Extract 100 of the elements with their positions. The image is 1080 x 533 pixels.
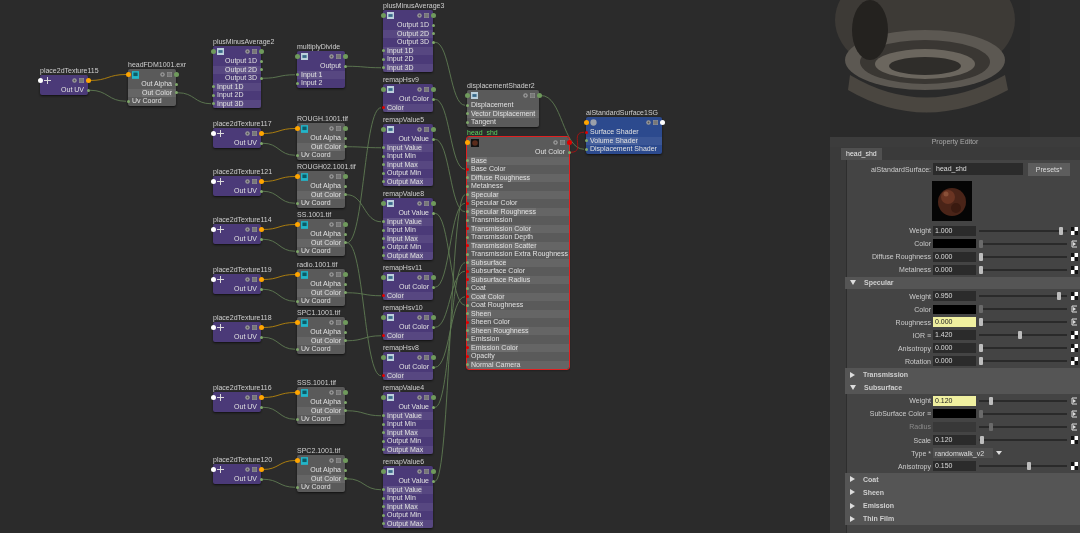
port-dot-icon[interactable]	[125, 72, 131, 77]
port-dot-icon[interactable]	[465, 346, 469, 350]
port-dot-icon[interactable]	[430, 13, 436, 18]
slider[interactable]	[979, 239, 1067, 248]
toggle-icon[interactable]	[252, 227, 257, 232]
port-dot-icon[interactable]	[343, 145, 347, 149]
color-swatch[interactable]	[933, 239, 976, 249]
port-dot-icon[interactable]	[211, 102, 215, 106]
slider-thumb[interactable]	[1026, 462, 1031, 471]
port-dot-icon[interactable]	[584, 139, 588, 143]
checker-icon[interactable]	[1071, 436, 1078, 445]
port-dot-icon[interactable]	[294, 390, 300, 395]
toggle-icon[interactable]	[424, 87, 429, 92]
checker-icon[interactable]	[1071, 265, 1078, 274]
toggle-icon[interactable]	[530, 93, 535, 98]
port-dot-icon[interactable]	[295, 299, 299, 303]
gear-icon[interactable]	[417, 469, 422, 474]
port-dot-icon[interactable]	[381, 171, 385, 175]
port-dot-icon[interactable]	[259, 189, 263, 193]
toggle-icon[interactable]	[252, 395, 257, 400]
port-dot-icon[interactable]	[294, 54, 300, 59]
port-dot-icon[interactable]	[584, 147, 588, 151]
port-dot-icon[interactable]	[210, 49, 216, 54]
toggle-icon[interactable]	[252, 325, 257, 330]
port-dot-icon[interactable]	[259, 141, 263, 145]
port-dot-icon[interactable]	[659, 120, 665, 125]
toggle-icon[interactable]	[336, 54, 341, 59]
port-dot-icon[interactable]	[465, 210, 469, 214]
slider[interactable]	[979, 344, 1067, 353]
color-swatch[interactable]	[933, 409, 976, 419]
port-dot-icon[interactable]	[380, 355, 386, 360]
port-dot-icon[interactable]	[381, 228, 385, 232]
toggle-icon[interactable]	[252, 179, 257, 184]
port-dot-icon[interactable]	[295, 153, 299, 157]
port-dot-icon[interactable]	[536, 93, 542, 98]
connection-icon[interactable]	[1071, 409, 1078, 418]
port-dot-icon[interactable]	[211, 85, 215, 89]
gear-icon[interactable]	[417, 13, 422, 18]
checker-icon[interactable]	[1071, 331, 1078, 340]
port-dot-icon[interactable]	[343, 409, 347, 413]
port-dot-icon[interactable]	[295, 201, 299, 205]
port-dot-icon[interactable]	[465, 295, 469, 299]
connection-icon[interactable]	[1071, 318, 1078, 327]
port-dot-icon[interactable]	[343, 184, 347, 188]
port-dot-icon[interactable]	[430, 395, 436, 400]
gear-icon[interactable]	[245, 277, 250, 282]
port-dot-icon[interactable]	[258, 131, 264, 136]
port-dot-icon[interactable]	[381, 57, 385, 61]
port-dot-icon[interactable]	[465, 120, 469, 124]
port-dot-icon[interactable]	[381, 146, 385, 150]
port-dot-icon[interactable]	[258, 277, 264, 282]
connection-icon[interactable]	[1071, 422, 1078, 431]
toggle-icon[interactable]	[424, 201, 429, 206]
port-dot-icon[interactable]	[343, 339, 347, 343]
gear-icon[interactable]	[417, 275, 422, 280]
port-dot-icon[interactable]	[210, 227, 216, 232]
port-dot-icon[interactable]	[465, 363, 469, 367]
toggle-icon[interactable]	[336, 174, 341, 179]
checker-icon[interactable]	[1071, 344, 1078, 353]
port-dot-icon[interactable]	[380, 201, 386, 206]
toggle-icon[interactable]	[252, 49, 257, 54]
port-dot-icon[interactable]	[259, 68, 263, 72]
slider[interactable]	[979, 396, 1067, 405]
slider[interactable]	[979, 462, 1067, 471]
gear-icon[interactable]	[646, 120, 651, 125]
port-dot-icon[interactable]	[465, 303, 469, 307]
gear-icon[interactable]	[245, 395, 250, 400]
slider-thumb[interactable]	[979, 436, 984, 445]
slider-thumb[interactable]	[979, 252, 983, 261]
slider-thumb[interactable]	[979, 357, 983, 366]
port-dot-icon[interactable]	[381, 254, 385, 258]
port-dot-icon[interactable]	[295, 485, 299, 489]
port-dot-icon[interactable]	[381, 180, 385, 184]
port-dot-icon[interactable]	[258, 325, 264, 330]
gear-icon[interactable]	[245, 227, 250, 232]
port-dot-icon[interactable]	[465, 244, 469, 248]
slider-thumb[interactable]	[989, 422, 994, 431]
gear-icon[interactable]	[417, 355, 422, 360]
connection-icon[interactable]	[1071, 239, 1078, 248]
slider[interactable]	[979, 305, 1067, 314]
checker-icon[interactable]	[1071, 292, 1078, 300]
port-dot-icon[interactable]	[465, 354, 469, 358]
port-dot-icon[interactable]	[342, 54, 348, 59]
port-dot-icon[interactable]	[381, 66, 385, 70]
port-dot-icon[interactable]	[465, 269, 469, 273]
slider[interactable]	[979, 252, 1067, 261]
port-dot-icon[interactable]	[174, 82, 178, 86]
toggle-icon[interactable]	[424, 275, 429, 280]
connection-icon[interactable]	[1071, 396, 1078, 405]
gear-icon[interactable]	[245, 131, 250, 136]
port-dot-icon[interactable]	[295, 347, 299, 351]
port-dot-icon[interactable]	[465, 235, 469, 239]
connection-icon[interactable]	[1071, 305, 1078, 314]
port-dot-icon[interactable]	[431, 365, 435, 369]
port-dot-icon[interactable]	[381, 431, 385, 435]
port-dot-icon[interactable]	[381, 49, 385, 53]
graph-node[interactable]	[467, 137, 569, 369]
port-dot-icon[interactable]	[381, 163, 385, 167]
toggle-icon[interactable]	[424, 315, 429, 320]
port-dot-icon[interactable]	[343, 136, 347, 140]
